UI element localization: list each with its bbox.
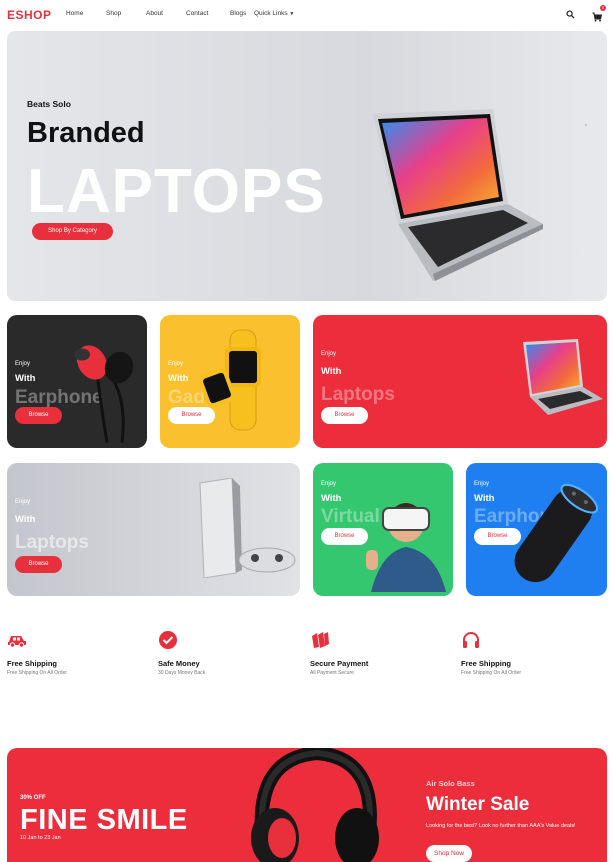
nav-shop[interactable]: Shop xyxy=(106,10,146,17)
feature-subtitle: Free Shipping On All Order xyxy=(7,670,68,676)
card-browse-button[interactable]: Browse xyxy=(168,407,215,424)
quick-links-label: Quick Links xyxy=(254,10,288,17)
check-circle-icon xyxy=(159,631,177,649)
card-with-label: With xyxy=(15,514,36,525)
hero-banner: Beats Solo Branded LAPTOPS Shop By Categ… xyxy=(7,31,607,301)
feature-subtitle: All Payment Secure xyxy=(310,670,354,676)
promo-card-speaker: Enjoy With Earphone Browse xyxy=(466,463,607,596)
card-enjoy-label: Enjoy xyxy=(321,481,337,487)
card-enjoy-label: Enjoy xyxy=(15,499,31,505)
card-with-label: With xyxy=(168,373,189,384)
nav-home[interactable]: Home xyxy=(66,10,106,17)
card-with-label: With xyxy=(474,493,495,504)
nav-contact[interactable]: Contact xyxy=(186,10,230,17)
promo-card-virtual: Enjoy With Virtual Browse xyxy=(313,463,453,596)
feature-free-shipping-2: Free Shipping Free Shipping On All Order xyxy=(461,630,601,676)
promo-card-earphone: Enjoy With Earphone Browse xyxy=(7,315,147,448)
car-icon xyxy=(8,636,26,648)
banner-description: Looking for the best? Look no further th… xyxy=(426,823,576,829)
hero-title: Branded xyxy=(27,117,145,149)
feature-safe-money: Safe Money 30 Days Money Back xyxy=(158,630,298,676)
feature-subtitle: Free Shipping On All Order xyxy=(461,670,522,676)
cart-icon xyxy=(592,12,603,22)
card-with-label: With xyxy=(321,493,342,504)
winter-sale-banner: 30% OFF FINE SMILE 10 Jan to 23 Jan Air … xyxy=(7,748,607,862)
hero-subtitle: Beats Solo xyxy=(27,99,71,109)
discount-label: 30% OFF xyxy=(20,795,46,801)
feature-free-shipping: Free Shipping Free Shipping On All Order xyxy=(7,630,147,676)
caret-down-icon: ▼ xyxy=(289,11,295,17)
nav-icons: 0 xyxy=(566,5,606,22)
brand-logo[interactable]: ESHOP xyxy=(7,8,52,22)
card-enjoy-label: Enjoy xyxy=(168,361,184,367)
cart-button[interactable]: 0 xyxy=(592,5,606,22)
card-browse-button[interactable]: Browse xyxy=(15,556,62,573)
banner-eyebrow: Air Solo Bass xyxy=(426,779,475,788)
card-browse-button[interactable]: Browse xyxy=(15,407,62,424)
card-big-title: Laptops xyxy=(15,532,89,553)
banner-dates: 10 Jan to 23 Jan xyxy=(20,835,61,841)
card-browse-button[interactable]: Browse xyxy=(321,407,368,424)
cart-count-badge: 0 xyxy=(600,5,606,11)
nav-quick-links[interactable]: Quick Links ▼ xyxy=(254,10,294,17)
wallet-icon xyxy=(312,632,329,648)
promo-card-laptops-red: Enjoy With Laptops Browse xyxy=(313,315,607,448)
hero-big-title: LAPTOPS xyxy=(27,157,326,226)
nav-about[interactable]: About xyxy=(146,10,186,17)
banner-title: FINE SMILE xyxy=(20,804,188,836)
card-enjoy-label: Enjoy xyxy=(15,361,31,367)
card-browse-button[interactable]: Browse xyxy=(321,528,368,545)
main-menu: Home Shop About Contact Blogs Quick Link… xyxy=(66,10,294,17)
feature-title: Safe Money xyxy=(158,659,200,668)
search-icon[interactable] xyxy=(566,9,575,19)
shop-by-category-button[interactable]: Shop By Category xyxy=(32,223,113,240)
nav-blogs[interactable]: Blogs xyxy=(230,10,254,17)
feature-subtitle: 30 Days Money Back xyxy=(158,670,206,676)
vr-headset-person-image xyxy=(366,503,446,592)
headphone-icon xyxy=(463,632,479,648)
promo-card-console: Enjoy With Laptops Browse xyxy=(7,463,300,596)
card-big-title: Laptops xyxy=(321,384,395,405)
page: ESHOP Home Shop About Contact Blogs Quic… xyxy=(0,0,612,862)
slider-dot[interactable] xyxy=(585,124,587,126)
feature-title: Free Shipping xyxy=(7,659,58,668)
feature-secure-payment: Secure Payment All Payment Secure xyxy=(310,630,450,676)
earphone-image xyxy=(74,345,134,443)
card-enjoy-label: Enjoy xyxy=(474,481,490,487)
card-with-label: With xyxy=(15,373,36,384)
feature-title: Secure Payment xyxy=(310,659,369,668)
card-enjoy-label: Enjoy xyxy=(321,351,337,357)
top-navbar: ESHOP Home Shop About Contact Blogs Quic… xyxy=(0,0,612,30)
card-with-label: With xyxy=(321,366,342,377)
laptop-image xyxy=(373,109,543,281)
game-console-image xyxy=(199,478,296,578)
banner-headline: Winter Sale xyxy=(426,794,530,815)
feature-title: Free Shipping xyxy=(461,659,512,668)
headphones-image xyxy=(251,748,379,862)
promo-card-gadget: Enjoy With Gadget Browse xyxy=(160,315,300,448)
shop-now-button[interactable]: Shop Now xyxy=(426,845,472,862)
card-browse-button[interactable]: Browse xyxy=(474,528,521,545)
laptop-image xyxy=(523,339,603,415)
